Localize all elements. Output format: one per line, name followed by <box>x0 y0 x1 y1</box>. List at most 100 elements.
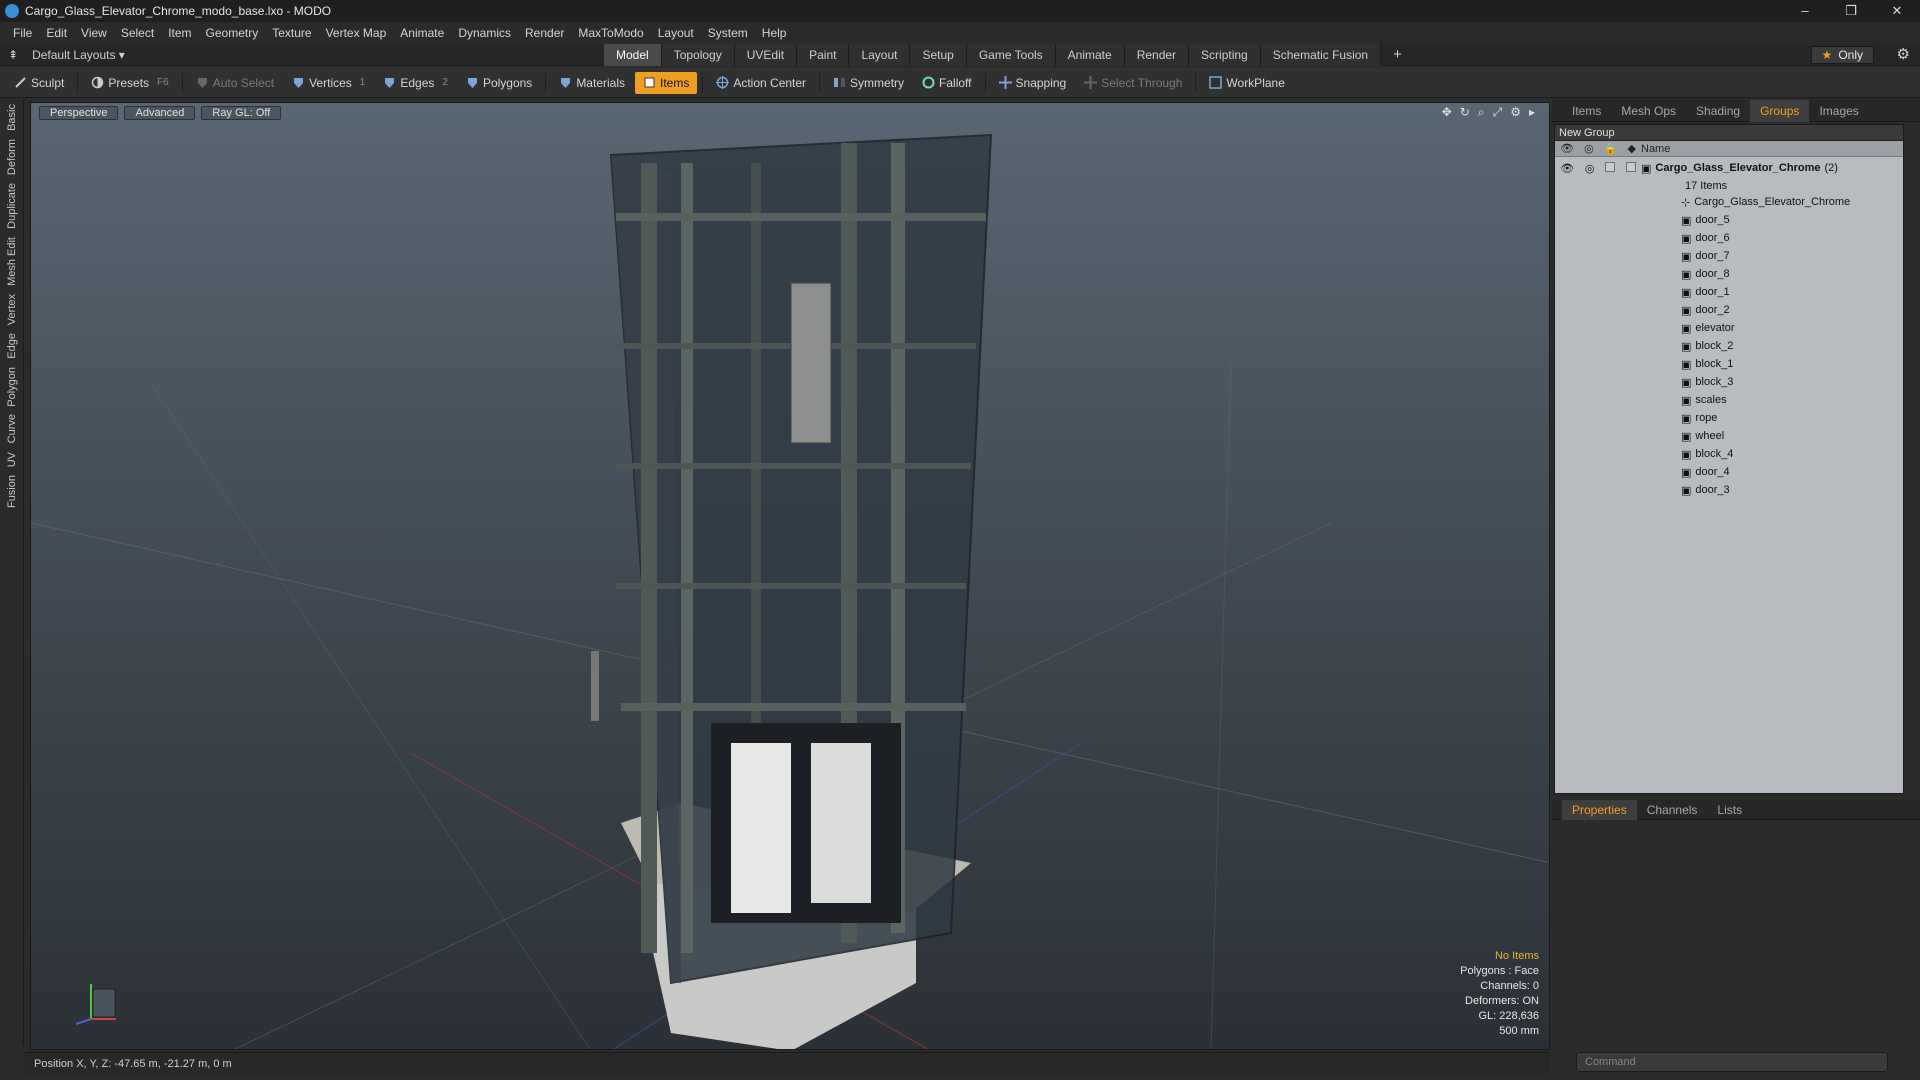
list-item[interactable]: ▣ door_7 <box>1555 247 1903 265</box>
menu-help[interactable]: Help <box>755 26 794 40</box>
list-item[interactable]: ▣ rope <box>1555 409 1903 427</box>
list-item[interactable]: ▣ door_6 <box>1555 229 1903 247</box>
menu-maxtomodo[interactable]: MaxToModo <box>571 26 650 40</box>
vtab-deform[interactable]: Deform <box>2 135 22 179</box>
list-item[interactable]: ▣ door_1 <box>1555 283 1903 301</box>
minimize-button[interactable]: – <box>1782 0 1828 22</box>
tab-render[interactable]: Render <box>1124 44 1190 66</box>
tab-mesh-ops[interactable]: Mesh Ops <box>1611 100 1686 122</box>
menu-file[interactable]: File <box>6 26 39 40</box>
tab-setup[interactable]: Setup <box>910 44 967 66</box>
zoom-icon[interactable]: ⌕ <box>1478 105 1485 120</box>
eye-icon[interactable]: 👁 <box>1560 162 1574 175</box>
list-item[interactable]: ▣ block_1 <box>1555 355 1903 373</box>
symmetry-button[interactable]: Symmetry <box>825 72 912 94</box>
auto-select-button[interactable]: Auto Select <box>188 72 282 94</box>
tab-groups[interactable]: Groups <box>1750 99 1810 122</box>
select-icon[interactable]: ◆ <box>1628 142 1636 155</box>
list-item[interactable]: ▣ door_5 <box>1555 211 1903 229</box>
render-icon[interactable]: ◎ <box>1584 142 1594 155</box>
vtab-fusion[interactable]: Fusion <box>2 471 22 512</box>
materials-button[interactable]: Materials <box>551 72 633 94</box>
name-column-header[interactable]: Name <box>1641 143 1670 155</box>
view-perspective-button[interactable]: Perspective <box>39 106 119 120</box>
layout-expand-icon[interactable]: ⇞ <box>8 48 18 62</box>
menu-edit[interactable]: Edit <box>39 26 74 40</box>
default-layouts-dropdown[interactable]: Default Layouts ▾ <box>32 48 125 62</box>
list-item[interactable]: ⊹ Cargo_Glass_Elevator_Chrome <box>1555 193 1903 211</box>
tab-channels[interactable]: Channels <box>1637 800 1708 820</box>
presets-button[interactable]: Presets F6 <box>83 72 176 94</box>
list-item[interactable]: ▣ door_2 <box>1555 301 1903 319</box>
list-item[interactable]: ▣ block_2 <box>1555 337 1903 355</box>
menu-vertex-map[interactable]: Vertex Map <box>319 26 394 40</box>
list-item[interactable]: ▣ elevator <box>1555 319 1903 337</box>
menu-animate[interactable]: Animate <box>393 26 451 40</box>
menu-layout[interactable]: Layout <box>651 26 701 40</box>
action-center-button[interactable]: Action Center <box>708 72 814 94</box>
visibility-eye-icon[interactable]: 👁 <box>1560 142 1574 155</box>
tab-items[interactable]: Items <box>1562 100 1611 122</box>
vtab-edge[interactable]: Edge <box>2 329 22 363</box>
command-input[interactable]: Command <box>1576 1052 1888 1072</box>
list-item[interactable]: ▣ door_3 <box>1555 481 1903 499</box>
tab-images[interactable]: Images <box>1809 100 1868 122</box>
vtab-curve[interactable]: Curve <box>2 410 22 447</box>
select-checkbox[interactable] <box>1625 161 1636 172</box>
raygl-button[interactable]: Ray GL: Off <box>201 106 282 120</box>
list-item[interactable]: ▣ block_3 <box>1555 373 1903 391</box>
sculpt-button[interactable]: Sculpt <box>6 72 72 94</box>
vertices-button[interactable]: Vertices 1 <box>284 72 373 94</box>
workplane-button[interactable]: WorkPlane <box>1201 72 1292 94</box>
polygons-button[interactable]: Polygons <box>458 72 540 94</box>
falloff-button[interactable]: Falloff <box>914 72 979 94</box>
fit-icon[interactable]: ⤢ <box>1493 105 1503 120</box>
3d-viewport[interactable]: Perspective Advanced Ray GL: Off ✥ ↻ ⌕ ⤢… <box>30 102 1550 1050</box>
menu-dynamics[interactable]: Dynamics <box>451 26 518 40</box>
list-item[interactable]: ▣ door_4 <box>1555 463 1903 481</box>
add-tab-button[interactable]: + <box>1381 44 1414 66</box>
menu-select[interactable]: Select <box>114 26 161 40</box>
list-item[interactable]: ▣ block_4 <box>1555 445 1903 463</box>
close-button[interactable]: ✕ <box>1874 0 1920 22</box>
tab-animate[interactable]: Animate <box>1055 44 1125 66</box>
vtab-uv[interactable]: UV <box>2 448 22 471</box>
rotate-icon[interactable]: ↻ <box>1460 105 1470 120</box>
pan-icon[interactable]: ✥ <box>1442 105 1452 120</box>
new-group-button[interactable]: New Group <box>1555 125 1903 141</box>
tab-scripting[interactable]: Scripting <box>1189 44 1261 66</box>
tab-uvedit[interactable]: UVEdit <box>734 44 798 66</box>
vtab-duplicate[interactable]: Duplicate <box>2 179 22 233</box>
list-item[interactable]: ▣ scales <box>1555 391 1903 409</box>
menu-render[interactable]: Render <box>518 26 571 40</box>
edges-button[interactable]: Edges 2 <box>375 72 456 94</box>
lock-icon[interactable]: 🔒 <box>1604 142 1618 155</box>
tab-lists[interactable]: Lists <box>1707 800 1752 820</box>
tab-topology[interactable]: Topology <box>661 44 735 66</box>
vtab-vertex[interactable]: Vertex <box>2 290 22 329</box>
tab-shading[interactable]: Shading <box>1686 100 1750 122</box>
menu-item[interactable]: Item <box>161 26 198 40</box>
render-toggle-icon[interactable]: ◎ <box>1585 162 1595 175</box>
tab-properties[interactable]: Properties <box>1562 799 1637 820</box>
vtab-mesh-edit[interactable]: Mesh Edit <box>2 233 22 290</box>
vtab-basic[interactable]: Basic <box>2 100 22 135</box>
snapping-button[interactable]: Snapping <box>991 72 1075 94</box>
gear-icon[interactable]: ⚙ <box>1897 45 1910 63</box>
viewport-more-icon[interactable]: ▸ <box>1529 105 1535 120</box>
viewport-gear-icon[interactable]: ⚙ <box>1510 105 1521 120</box>
list-item[interactable]: ▣ door_8 <box>1555 265 1903 283</box>
lock-checkbox[interactable] <box>1605 161 1616 172</box>
select-through-button[interactable]: Select Through <box>1076 72 1190 94</box>
tab-game-tools[interactable]: Game Tools <box>966 44 1056 66</box>
menu-geometry[interactable]: Geometry <box>199 26 266 40</box>
tab-schematic-fusion[interactable]: Schematic Fusion <box>1260 44 1382 66</box>
only-button[interactable]: ★ Only <box>1810 46 1874 64</box>
tab-layout[interactable]: Layout <box>849 44 911 66</box>
menu-view[interactable]: View <box>74 26 114 40</box>
view-mode-button[interactable]: Advanced <box>124 106 196 120</box>
tab-model[interactable]: Model <box>604 44 662 66</box>
items-button[interactable]: Items <box>635 71 698 94</box>
tab-paint[interactable]: Paint <box>797 44 850 66</box>
vtab-polygon[interactable]: Polygon <box>2 363 22 411</box>
